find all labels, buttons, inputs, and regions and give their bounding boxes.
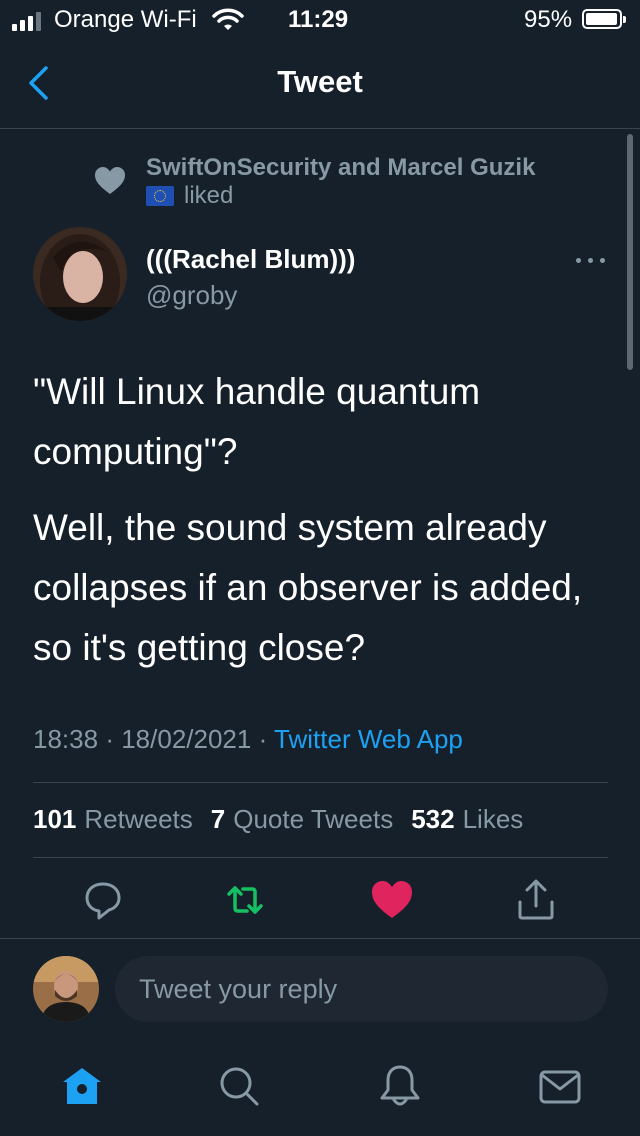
battery-icon [582, 9, 626, 29]
chevron-left-icon [29, 66, 48, 100]
status-time: 11:29 [288, 6, 349, 33]
header-divider [0, 128, 640, 129]
current-user-avatar[interactable] [33, 956, 99, 1022]
divider [33, 782, 608, 783]
reply-button[interactable] [79, 876, 127, 924]
quote-tweets-count: 7 [210, 804, 226, 834]
likes-count: 532 [411, 804, 455, 834]
author-avatar-image [33, 227, 127, 321]
tweet-date: 18/02/2021 [121, 724, 252, 754]
divider [0, 938, 640, 939]
eu-flag-icon [146, 186, 174, 206]
quote-tweets-label: Quote Tweets [233, 804, 394, 834]
current-user-avatar-image [33, 956, 99, 1022]
meta-separator: · [258, 724, 268, 754]
liked-by-names[interactable]: SwiftOnSecurity and Marcel Guzik [146, 154, 535, 182]
liked-by-suffix: liked [146, 182, 233, 210]
retweet-button[interactable] [221, 876, 269, 924]
tweet-source-link[interactable]: Twitter Web App [274, 724, 463, 754]
battery-percentage: 95% [524, 6, 573, 33]
nav-notifications[interactable] [376, 1062, 424, 1110]
messages-icon [539, 1070, 581, 1104]
tweet-text-paragraph-1: "Will Linux handle quantum computing"? [33, 371, 481, 472]
tweet-metadata: 18:38 · 18/02/2021 · Twitter Web App [33, 724, 463, 755]
wifi-icon [212, 8, 244, 30]
heart-icon [95, 167, 125, 194]
share-button[interactable] [512, 876, 560, 924]
likes-stat[interactable]: 532 Likes [411, 804, 523, 835]
meta-separator: · [105, 724, 114, 754]
retweets-count: 101 [33, 804, 77, 834]
divider [33, 857, 608, 858]
author-handle[interactable]: @groby [146, 280, 237, 311]
scrollbar[interactable] [627, 134, 633, 370]
author-avatar[interactable] [33, 227, 127, 321]
nav-home[interactable] [58, 1062, 106, 1110]
tweet-time: 18:38 [33, 724, 99, 754]
search-icon [220, 1067, 259, 1106]
retweet-icon [227, 886, 263, 914]
more-options-button[interactable] [574, 250, 608, 270]
author-name[interactable]: (((Rachel Blum))) [146, 244, 355, 275]
carrier-label: Orange Wi-Fi [54, 6, 197, 33]
nav-search[interactable] [215, 1062, 263, 1110]
nav-messages[interactable] [536, 1062, 584, 1110]
likes-label: Likes [462, 804, 524, 834]
like-icon [372, 881, 412, 918]
retweets-label: Retweets [84, 804, 193, 834]
quote-tweets-stat[interactable]: 7 Quote Tweets [211, 804, 393, 835]
notifications-icon [380, 1065, 420, 1106]
home-icon [63, 1068, 101, 1104]
reply-icon [85, 882, 121, 920]
reply-input[interactable]: Tweet your reply [115, 956, 608, 1022]
share-icon [518, 879, 554, 920]
page-title: Tweet [277, 64, 363, 99]
liked-label: liked [184, 182, 234, 209]
like-button[interactable] [368, 876, 416, 924]
back-button[interactable] [22, 62, 62, 106]
retweets-stat[interactable]: 101 Retweets [33, 804, 193, 835]
tweet-text-paragraph-2: Well, the sound system already collapses… [33, 507, 583, 668]
tweet-stats: 101 Retweets 7 Quote Tweets 532 Likes [33, 804, 523, 835]
signal-strength-icon [12, 12, 41, 31]
status-bar: Orange Wi-Fi 11:29 95% [0, 0, 640, 40]
